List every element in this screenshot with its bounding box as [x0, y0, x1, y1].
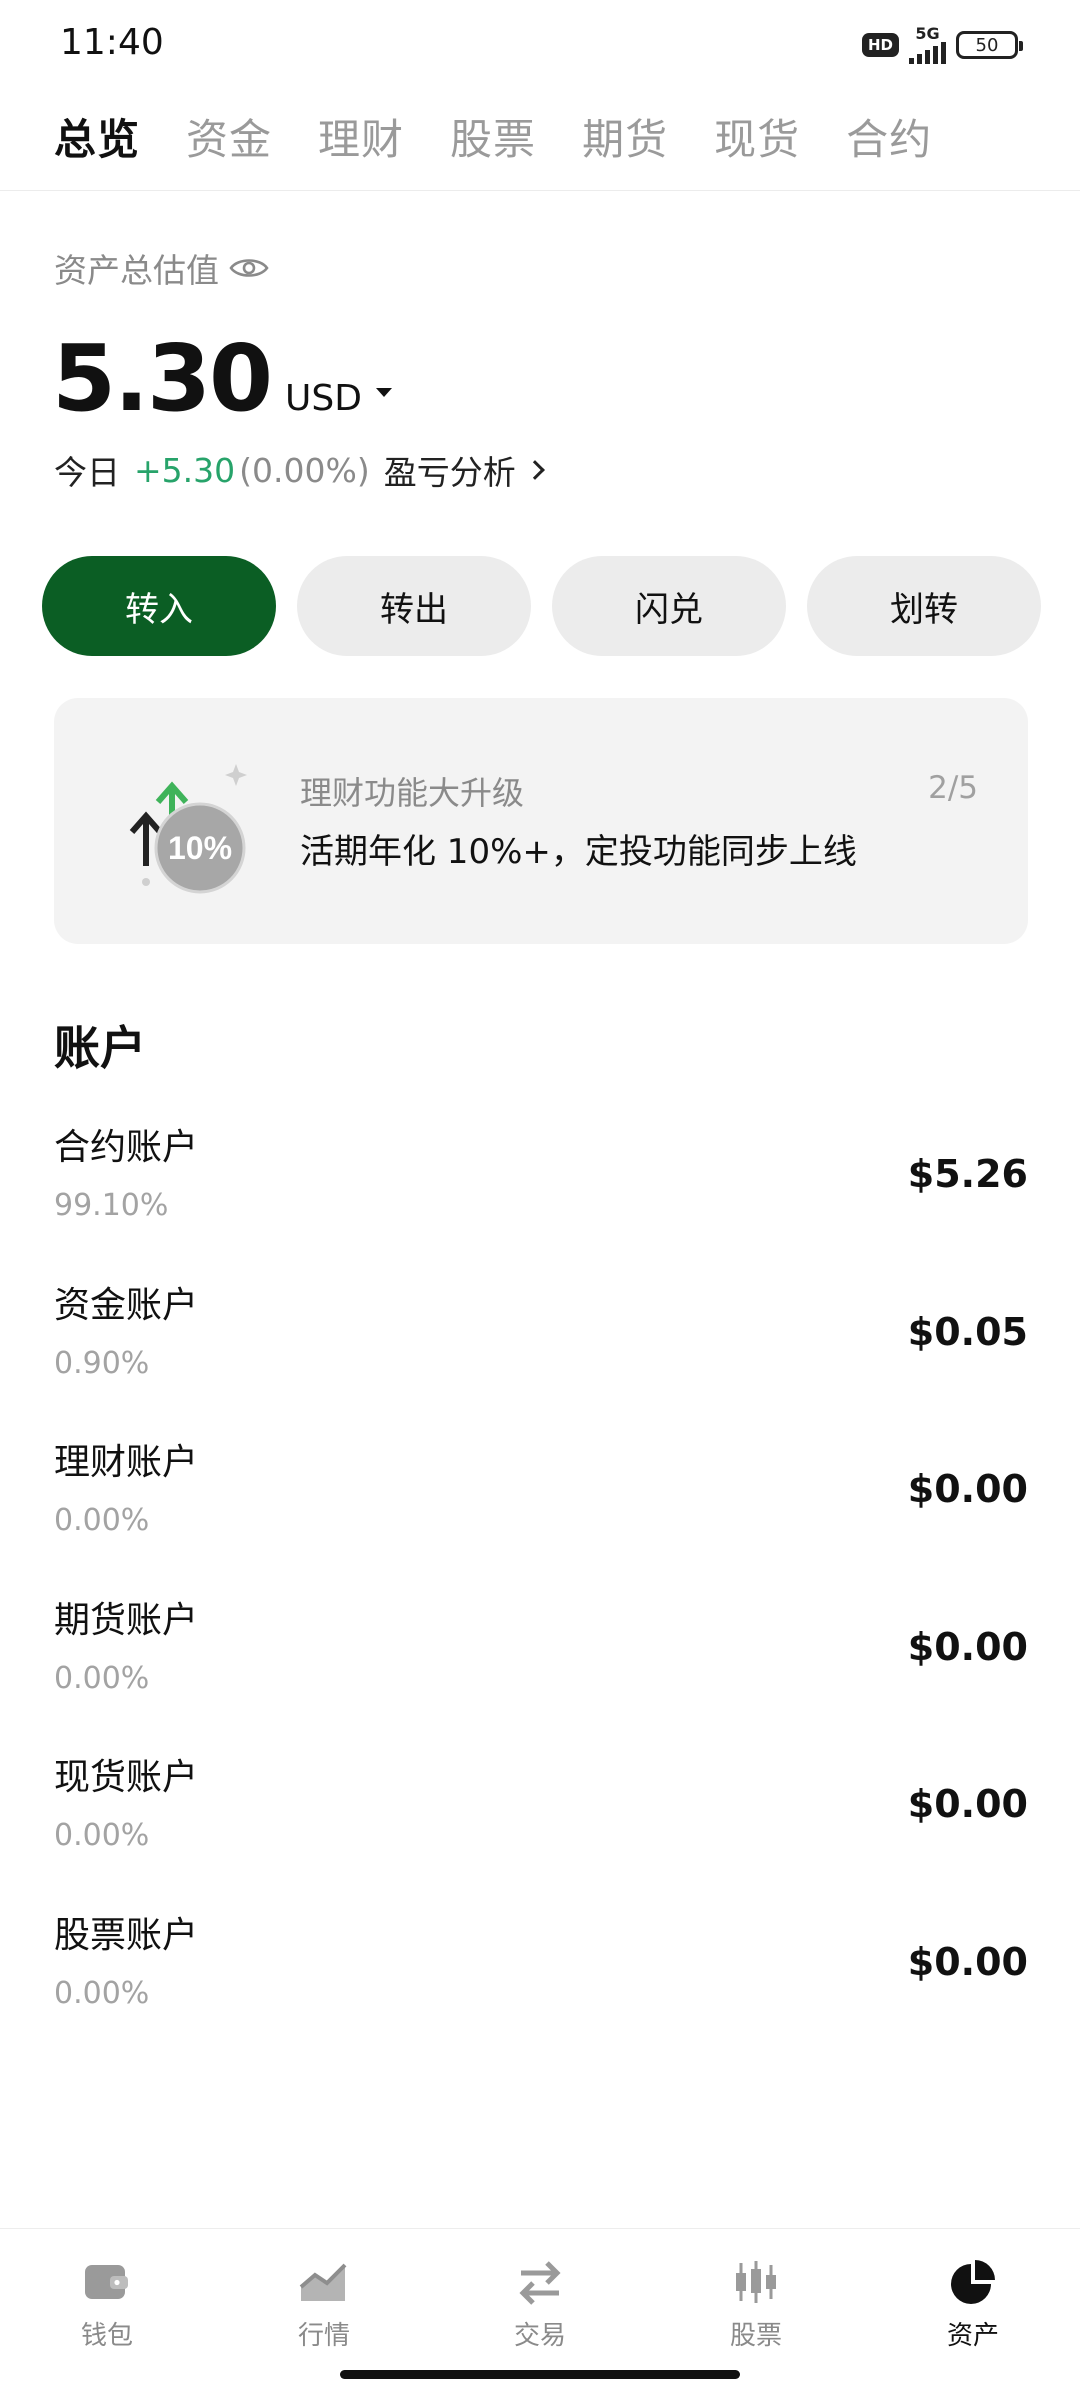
today-label: 今日	[54, 453, 120, 492]
account-row-earn[interactable]: 理财账户 0.00% $0.00	[54, 1433, 1028, 1591]
total-asset-label-text: 资产总估值	[54, 251, 219, 290]
account-percent: 0.00%	[54, 1503, 150, 1538]
nav-assets[interactable]: 资产	[913, 2257, 1033, 2352]
nav-label: 交易	[513, 2321, 566, 2351]
account-name: 股票账户	[54, 1914, 199, 1956]
account-value: $0.00	[907, 1624, 1028, 1669]
today-change: +5.30	[134, 450, 236, 490]
header-divider	[0, 190, 1080, 191]
today-percent: (0.00%)	[239, 450, 370, 490]
pnl-analysis-link[interactable]: 盈亏分析	[383, 446, 545, 494]
account-percent: 0.00%	[54, 1660, 150, 1696]
home-indicator[interactable]	[340, 2370, 740, 2379]
top-tab-bar: 总览 资金 理财 股票 期货 现货 合约	[54, 106, 932, 167]
account-row-funding[interactable]: 资金账户 0.90% $0.05	[54, 1276, 1028, 1434]
today-pnl-row: 今日 +5.30 (0.00%) 盈亏分析	[54, 446, 545, 494]
tab-overview[interactable]: 总览	[54, 106, 140, 167]
promo-banner[interactable]: 10% 理财功能大升级 活期年化 10%+，定投功能同步上线 2/5	[54, 698, 1028, 944]
tab-earn[interactable]: 理财	[318, 106, 404, 167]
chevron-right-icon	[524, 460, 545, 480]
market-chart-icon	[299, 2263, 347, 2301]
account-percent: 0.00%	[54, 1975, 150, 2011]
account-percent: 0.90%	[54, 1345, 150, 1381]
tab-funding[interactable]: 资金	[186, 106, 272, 167]
wallet-icon	[85, 2265, 128, 2299]
eye-icon[interactable]	[229, 255, 269, 281]
nav-stocks[interactable]: 股票	[696, 2257, 816, 2352]
accounts-section-title: 账户	[54, 1021, 146, 1075]
account-value: $0.00	[907, 1782, 1028, 1826]
withdraw-button[interactable]: 转出	[297, 556, 531, 656]
account-value: $0.00	[907, 1467, 1028, 1511]
currency-label: USD	[285, 378, 362, 419]
promo-badge-text: 10%	[168, 830, 232, 866]
signal-bars-icon	[909, 42, 946, 64]
tab-stocks[interactable]: 股票	[450, 106, 536, 167]
account-name: 合约账户	[54, 1127, 199, 1168]
swap-arrows-icon	[519, 2261, 561, 2305]
network-label: 5G	[915, 24, 940, 43]
account-value: $0.00	[907, 1939, 1028, 1984]
cellular-signal-icon: 5G	[909, 26, 946, 64]
account-name: 资金账户	[54, 1284, 199, 1326]
hd-badge: HD	[861, 33, 899, 57]
account-row-contract[interactable]: 合约账户 99.10% $5.26	[54, 1118, 1028, 1276]
tab-spot[interactable]: 现货	[714, 106, 800, 167]
total-asset-value: 5.30 USD	[52, 325, 392, 432]
nav-label: 钱包	[80, 2321, 133, 2351]
candlestick-icon	[736, 2261, 776, 2303]
account-name: 现货账户	[54, 1757, 199, 1798]
total-asset-label: 资产总估值	[54, 244, 269, 292]
status-icons: HD 5G 50	[861, 26, 1023, 64]
account-row-futures[interactable]: 期货账户 0.00% $0.00	[54, 1591, 1028, 1749]
nav-label: 股票	[729, 2321, 782, 2351]
account-name: 期货账户	[54, 1599, 199, 1641]
total-asset-amount: 5.30	[52, 325, 273, 432]
convert-button[interactable]: 闪兑	[552, 556, 786, 656]
deposit-button[interactable]: 转入	[42, 556, 276, 656]
account-list: 合约账户 99.10% $5.26 资金账户 0.90% $0.05 理财账户 …	[54, 1118, 1028, 2063]
nav-label: 资产	[946, 2321, 999, 2351]
account-row-spot[interactable]: 现货账户 0.00% $0.00	[54, 1748, 1028, 1906]
battery-icon: 50	[956, 31, 1023, 59]
account-percent: 99.10%	[54, 1188, 169, 1223]
battery-level: 50	[975, 34, 999, 56]
nav-market[interactable]: 行情	[264, 2257, 384, 2352]
transfer-button[interactable]: 划转	[807, 556, 1041, 656]
growth-arrows-icon: 10%	[129, 764, 247, 894]
account-value: $5.26	[907, 1152, 1028, 1196]
currency-selector[interactable]: USD	[285, 378, 392, 419]
nav-wallet[interactable]: 钱包	[47, 2257, 167, 2352]
account-name: 理财账户	[54, 1442, 199, 1483]
tab-contracts[interactable]: 合约	[846, 106, 932, 167]
tab-futures[interactable]: 期货	[582, 106, 668, 167]
nav-trade[interactable]: 交易	[480, 2257, 600, 2352]
caret-down-icon	[375, 388, 392, 397]
promo-page-indicator: 2/5	[928, 770, 978, 806]
promo-subtitle: 活期年化 10%+，定投功能同步上线	[300, 832, 857, 872]
pnl-analysis-label: 盈亏分析	[383, 453, 516, 492]
status-bar: 11:40 HD 5G 50	[0, 0, 1080, 90]
account-percent: 0.00%	[54, 1818, 150, 1853]
nav-label: 行情	[297, 2321, 350, 2351]
account-value: $0.05	[907, 1309, 1028, 1354]
status-time: 11:40	[60, 22, 164, 63]
action-buttons: 转入 转出 闪兑 划转	[42, 556, 1041, 656]
promo-title: 理财功能大升级	[300, 774, 525, 812]
pie-chart-icon	[951, 2260, 995, 2304]
account-row-stocks[interactable]: 股票账户 0.00% $0.00	[54, 1906, 1028, 2064]
